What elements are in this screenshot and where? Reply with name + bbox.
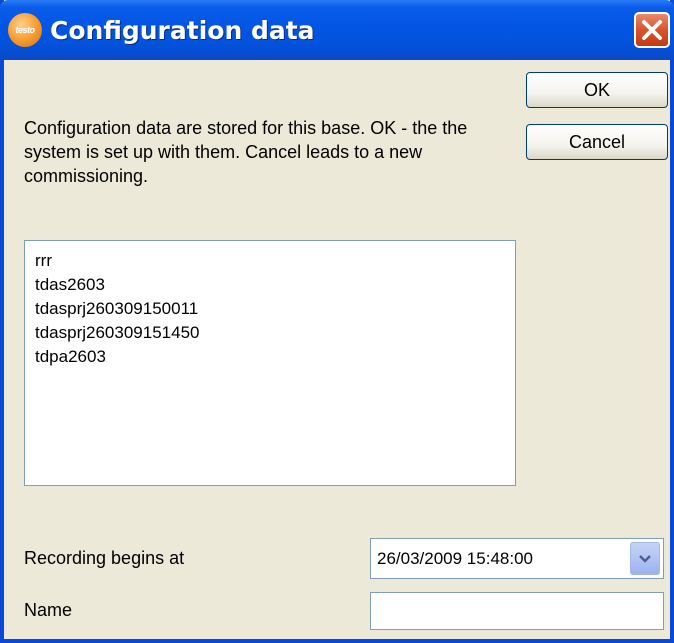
name-label: Name — [24, 600, 73, 620]
window-title: Configuration data — [50, 15, 315, 45]
list-item[interactable]: tdasprj260309150011 — [35, 297, 505, 321]
close-icon — [642, 20, 662, 40]
list-item[interactable]: tdasprj260309151450 — [35, 321, 505, 345]
cancel-button[interactable]: Cancel — [526, 124, 668, 160]
logo-text: testo — [15, 25, 35, 35]
recording-begins-label: Recording begins at — [24, 548, 185, 568]
recording-datetime-value[interactable]: 26/03/2009 15:48:00 — [371, 549, 630, 569]
ok-button[interactable]: OK — [526, 72, 668, 108]
info-message: Configuration data are stored for this b… — [24, 118, 468, 186]
close-button[interactable] — [634, 12, 670, 48]
list-item[interactable]: tdas2603 — [35, 273, 505, 297]
list-item[interactable]: tdpa2603 — [35, 345, 505, 369]
chevron-down-icon — [639, 554, 651, 563]
title-bar[interactable]: testo Configuration data — [0, 0, 674, 60]
configuration-list[interactable]: rrr tdas2603 tdasprj260309150011 tdasprj… — [24, 240, 516, 486]
datetime-dropdown-button[interactable] — [630, 542, 660, 575]
testo-logo-icon: testo — [8, 13, 42, 47]
list-item[interactable]: rrr — [35, 249, 505, 273]
dialog-window: testo Configuration data OK Cancel Confi… — [0, 0, 674, 643]
name-input[interactable] — [370, 592, 664, 630]
recording-datetime-picker[interactable]: 26/03/2009 15:48:00 — [370, 538, 664, 579]
